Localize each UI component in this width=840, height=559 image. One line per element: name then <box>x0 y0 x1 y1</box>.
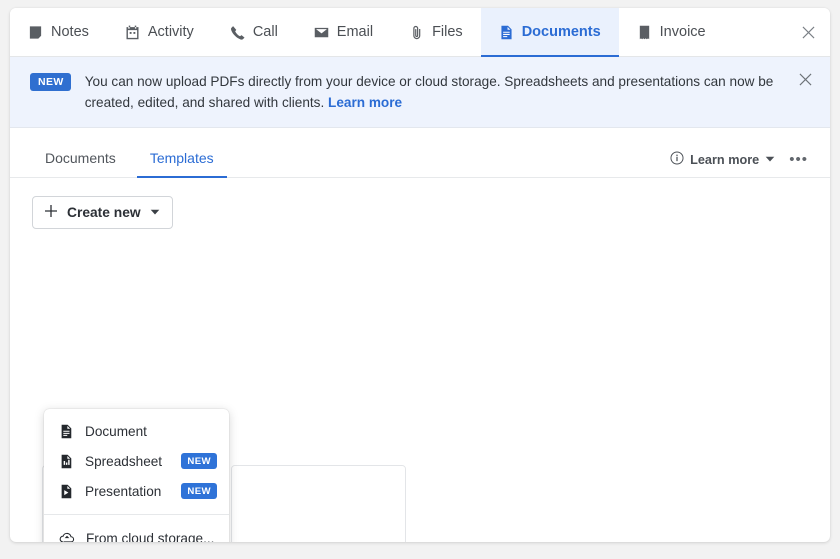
document-file-icon <box>59 424 74 439</box>
menu-separator <box>44 514 229 516</box>
calendar-icon <box>125 25 140 40</box>
tab-label: Invoice <box>659 24 706 40</box>
tab-label: Documents <box>521 24 601 40</box>
primary-tab-bar: Notes Activity Call Email Files Document… <box>10 8 830 57</box>
secondary-tab-list: Documents Templates <box>32 150 227 179</box>
subtab-label: Templates <box>149 150 214 167</box>
close-panel-button[interactable] <box>786 8 830 56</box>
menu-item-spreadsheet[interactable]: Spreadsheet NEW <box>44 446 229 476</box>
menu-item-label: Spreadsheet <box>85 453 163 469</box>
new-badge: NEW <box>181 483 217 500</box>
envelope-icon <box>314 25 329 40</box>
new-badge: NEW <box>30 73 71 91</box>
tab-label: Notes <box>51 24 89 40</box>
app-window: Notes Activity Call Email Files Document… <box>10 8 830 542</box>
tab-notes[interactable]: Notes <box>10 8 107 56</box>
card-thumbnail <box>232 466 405 542</box>
more-options-icon[interactable]: ••• <box>789 152 808 167</box>
tab-documents[interactable]: Documents <box>480 8 619 57</box>
banner-learn-more-link[interactable]: Learn more <box>328 95 402 110</box>
tab-label: Call <box>252 24 278 40</box>
tab-email[interactable]: Email <box>296 8 391 56</box>
tabbar-spacer <box>724 8 786 56</box>
banner-close-icon[interactable] <box>789 71 814 91</box>
chevron-down-icon <box>150 205 160 220</box>
info-icon <box>670 151 684 168</box>
template-card[interactable]: Untitled 02-16-2021 5:13:... Uncategoriz… <box>231 465 406 542</box>
banner-message: You can now upload PDFs directly from yo… <box>85 71 775 113</box>
learn-more-label: Learn more <box>690 152 760 167</box>
banner-message-text: You can now upload PDFs directly from yo… <box>84 74 774 111</box>
presentation-file-icon <box>59 484 74 499</box>
menu-item-label: From cloud storage... <box>86 530 215 542</box>
create-new-menu: Document Spreadsheet NEW Presentation NE… <box>44 409 229 542</box>
new-badge: NEW <box>181 453 217 470</box>
menu-item-document[interactable]: Document <box>44 417 229 446</box>
tab-files[interactable]: Files <box>391 8 481 56</box>
tab-activity[interactable]: Activity <box>107 8 212 56</box>
tab-label: Activity <box>147 24 194 40</box>
create-new-label: Create new <box>67 205 141 221</box>
tab-call[interactable]: Call <box>212 8 296 56</box>
spreadsheet-file-icon <box>59 454 74 469</box>
subtab-templates[interactable]: Templates <box>136 150 227 179</box>
plus-icon <box>44 204 58 221</box>
toolbar-actions: Learn more ••• <box>670 151 808 177</box>
create-new-button[interactable]: Create new <box>32 196 173 230</box>
menu-item-label: Document <box>85 424 147 440</box>
chevron-down-icon <box>765 153 775 167</box>
invoice-icon <box>637 25 652 40</box>
tab-invoice[interactable]: Invoice <box>619 8 724 56</box>
notes-icon <box>28 25 43 40</box>
templates-panel: Create new Gallery (2) Sample Template P… <box>10 178 830 542</box>
subtab-documents[interactable]: Documents <box>32 150 129 177</box>
announcement-banner: NEW You can now upload PDFs directly fro… <box>10 57 830 129</box>
paperclip-icon <box>409 25 424 40</box>
tab-label: Email <box>336 24 374 40</box>
secondary-tab-bar: Documents Templates Learn more ••• <box>10 128 830 179</box>
cloud-upload-icon <box>59 530 75 542</box>
phone-icon <box>230 25 245 40</box>
tab-label: Files <box>432 24 463 40</box>
menu-item-presentation[interactable]: Presentation NEW <box>44 476 229 506</box>
document-icon <box>499 25 514 40</box>
menu-item-label: Presentation <box>85 483 162 499</box>
menu-item-from-cloud-storage[interactable]: From cloud storage... <box>44 523 229 542</box>
subtab-label: Documents <box>45 150 116 167</box>
learn-more-dropdown[interactable]: Learn more <box>670 151 775 168</box>
